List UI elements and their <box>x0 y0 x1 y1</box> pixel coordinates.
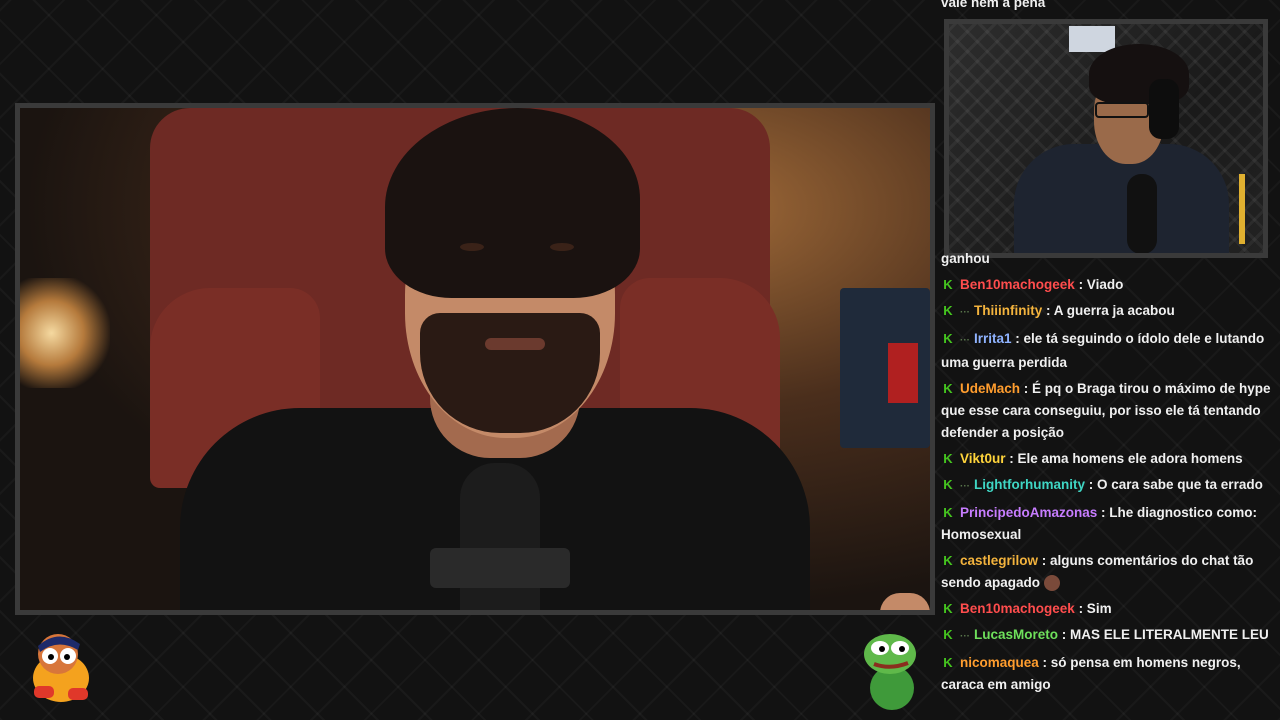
kick-badge-icon: K <box>943 303 953 318</box>
chat-username[interactable]: Lightforhumanity <box>974 477 1085 492</box>
kick-badge-icon: K <box>943 451 953 466</box>
chat-message: Kcastlegrilow : alguns comentários do ch… <box>941 550 1271 594</box>
chat-message: K Vikt0ur : Ele ama homens ele adora home… <box>941 448 1271 470</box>
chat-username[interactable]: Ben10machogeek <box>960 601 1075 616</box>
kick-badge-icon: K <box>943 627 953 642</box>
chat-message-list: K Ben10machogeek : Viado K ··· Thiiinfinity … <box>941 274 1271 700</box>
kick-badge-icon: K <box>943 477 953 492</box>
chat-panel: vale nem a pena ganhou K Ben10machogeek :… <box>941 0 1271 720</box>
kick-badge-icon: K <box>943 553 953 568</box>
chat-message: K ··· LucasMoreto : MAS ELE LITERALMENTE L… <box>941 624 1271 648</box>
chat-username[interactable]: PrincipedoAmazonas <box>960 505 1097 520</box>
chat-message: K PrincipedoAmazonas : Lhe diagnostico co… <box>941 502 1271 546</box>
microphone-mount <box>430 548 570 588</box>
kick-badge-icon: K <box>943 655 953 670</box>
chat-username[interactable]: UdeMach <box>960 381 1020 396</box>
chat-message: K ··· Irrita1 : ele tá seguindo o ídolo de… <box>941 328 1271 374</box>
chat-username[interactable]: LucasMoreto <box>974 627 1058 642</box>
chat-message: K ··· Lightforhumanity : O cara sabe que t… <box>941 474 1271 498</box>
kick-badge-icon: K <box>943 277 953 292</box>
chat-partial-middle: ganhou <box>941 251 990 266</box>
chat-username[interactable]: nicomaquea <box>960 655 1039 670</box>
chat-message: K Ben10machogeek : Viado <box>941 274 1271 296</box>
chat-message: Knicomaquea : só pensa em homens negros,… <box>941 652 1271 696</box>
chat-username[interactable]: Ben10machogeek <box>960 277 1075 292</box>
chat-message-text: : A guerra ja acabou <box>1042 303 1175 318</box>
main-video-screen <box>20 108 930 610</box>
subscriber-badge-icon: ··· <box>960 481 970 492</box>
presenter-hair <box>385 108 640 298</box>
presenter-eye-right <box>550 243 574 251</box>
presenter-mouth <box>485 338 545 350</box>
presenter-eye-left <box>460 243 484 251</box>
chat-username[interactable]: Irrita1 <box>974 331 1012 346</box>
main-video-frame[interactable] <box>15 103 935 615</box>
person-emoji <box>1044 575 1061 592</box>
chat-username[interactable]: castlegrilow <box>960 553 1038 568</box>
chat-username[interactable]: Thiiinfinity <box>974 303 1042 318</box>
chat-message: K Ben10machogeek : Sim <box>941 598 1271 620</box>
shelf-flag <box>888 343 918 403</box>
chat-username[interactable]: Vikt0ur <box>960 451 1006 466</box>
subscriber-badge-icon: ··· <box>960 335 970 346</box>
kick-badge-icon: K <box>943 331 953 346</box>
chat-message: K ··· Thiiinfinity : A guerra ja acabou <box>941 300 1271 324</box>
chat-partial-top: vale nem a pena <box>941 0 1046 10</box>
chat-message-text: : Viado <box>1074 277 1124 292</box>
chat-message-text: : MAS ELE LITERALMENTE LEU <box>1058 627 1269 642</box>
kick-badge-icon: K <box>943 505 953 520</box>
subscriber-badge-icon: ··· <box>960 631 970 642</box>
chat-message: K UdeMach : É pq o Braga tirou o máximo d… <box>941 378 1271 444</box>
pepe-frog-sticker <box>864 634 916 710</box>
lamp-light <box>20 278 110 388</box>
chat-message-text: : O cara sabe que ta errado <box>1085 477 1263 492</box>
kick-badge-icon: K <box>943 601 953 616</box>
chat-message-text: : Sim <box>1074 601 1112 616</box>
subscriber-badge-icon: ··· <box>960 307 970 318</box>
presenter-hand <box>880 593 930 610</box>
cartoon-mascot-sticker <box>33 634 89 702</box>
kick-badge-icon: K <box>943 381 953 396</box>
chat-message-text: : Ele ama homens ele adora homens <box>1005 451 1243 466</box>
